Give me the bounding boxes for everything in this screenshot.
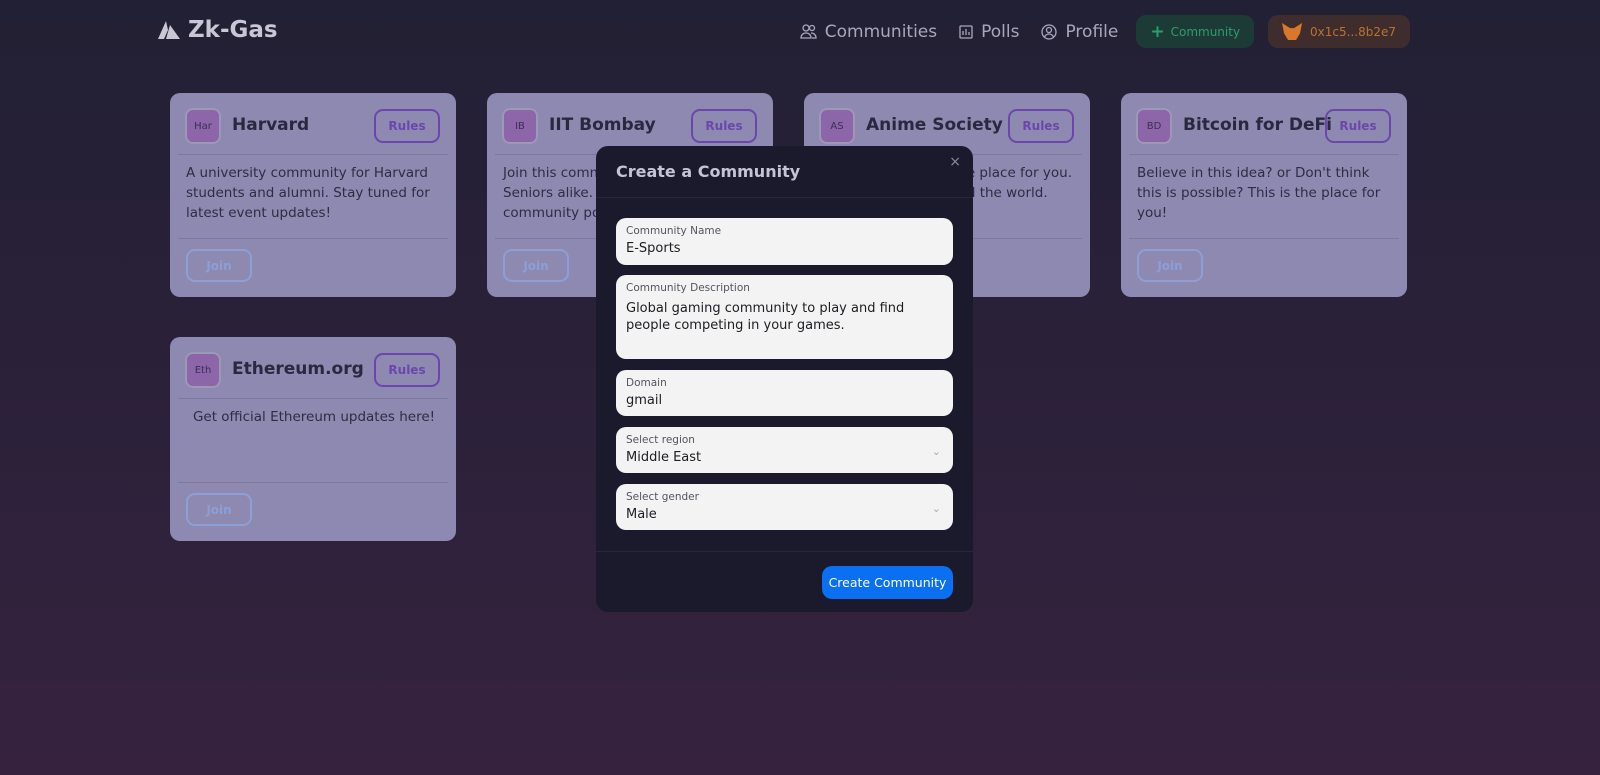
chevron-down-icon: ⌄ xyxy=(931,445,941,458)
rules-button[interactable]: Rules xyxy=(374,353,440,387)
top-nav: Zk-Gas Communities Polls Profile + Commu… xyxy=(0,0,1600,64)
join-button[interactable]: Join xyxy=(1137,249,1203,282)
card-description: A university community for Harvard stude… xyxy=(186,165,430,221)
community-avatar: Har xyxy=(185,108,221,144)
card-description: Get official Ethereum updates here! xyxy=(192,409,436,425)
rules-button[interactable]: Rules xyxy=(1008,109,1074,143)
rules-button[interactable]: Rules xyxy=(374,109,440,143)
divider xyxy=(596,551,973,552)
rules-button[interactable]: Rules xyxy=(691,109,757,143)
nav-polls[interactable]: Polls xyxy=(955,22,1023,42)
card-description-line: nd the world. xyxy=(958,185,1048,201)
field-label: Select region xyxy=(626,434,695,446)
nav-profile[interactable]: Profile xyxy=(1037,22,1122,42)
close-icon[interactable]: × xyxy=(949,154,961,170)
wallet-button[interactable]: 0x1c5...8b2e7 xyxy=(1268,15,1410,48)
plus-icon: + xyxy=(1150,21,1165,42)
community-name: Anime Society xyxy=(866,115,1003,135)
community-name: IIT Bombay xyxy=(549,115,656,135)
community-avatar: BD xyxy=(1136,108,1172,144)
nav-communities[interactable]: Communities xyxy=(796,22,941,42)
wallet-address: 0x1c5...8b2e7 xyxy=(1310,24,1396,39)
field-label: Community Description xyxy=(626,282,750,294)
logo[interactable]: Zk-Gas xyxy=(158,17,278,43)
app-name: Zk-Gas xyxy=(188,17,278,43)
metamask-fox-icon xyxy=(1282,23,1303,40)
community-card: BD Bitcoin for DeFi Rules Believe in this i… xyxy=(1121,93,1407,297)
field-label: Community Name xyxy=(626,225,722,237)
divider xyxy=(178,238,448,239)
field-value: Middle East xyxy=(626,450,702,465)
community-avatar: IB xyxy=(502,108,538,144)
divider xyxy=(1129,154,1399,155)
field-value[interactable]: gmail xyxy=(626,392,943,409)
community-description-field[interactable]: Community Description Global gaming comm… xyxy=(616,275,953,359)
chart-icon xyxy=(959,24,973,39)
domain-field[interactable]: Domain gmail xyxy=(616,370,953,416)
community-name: Ethereum.org xyxy=(232,359,364,379)
create-community-modal: Create a Community × Community Name E-Sp… xyxy=(596,146,973,612)
nav-polls-label: Polls xyxy=(981,21,1020,42)
card-description: he place for you. nd the world. xyxy=(958,163,1072,203)
field-label: Domain xyxy=(626,377,667,389)
divider xyxy=(1129,238,1399,239)
community-name-field[interactable]: Community Name E-Sports xyxy=(616,218,953,265)
gender-select[interactable]: Select gender Male ⌄ xyxy=(616,484,953,530)
nav-communities-label: Communities xyxy=(824,21,938,42)
nav-profile-label: Profile xyxy=(1065,21,1119,42)
community-card: Har Harvard Rules A university community fo… xyxy=(170,93,456,297)
submit-create-community-button[interactable]: Create Community xyxy=(822,566,953,599)
community-card: Eth Ethereum.org Rules Get official Ethereu… xyxy=(170,337,456,541)
community-name: Bitcoin for DeFi xyxy=(1183,115,1332,135)
divider xyxy=(596,197,973,198)
community-avatar: Eth xyxy=(185,352,221,388)
divider xyxy=(178,398,448,399)
chevron-down-icon: ⌄ xyxy=(931,502,941,515)
create-community-label: Community xyxy=(1170,24,1241,39)
divider xyxy=(178,154,448,155)
community-name: Harvard xyxy=(232,115,310,135)
join-button[interactable]: Join xyxy=(186,249,252,282)
modal-title: Create a Community xyxy=(616,162,801,181)
field-value[interactable]: E-Sports xyxy=(626,240,943,257)
card-description-line: he place for you. xyxy=(958,165,1072,181)
field-value[interactable]: Global gaming community to play and find… xyxy=(626,300,943,334)
users-icon xyxy=(800,24,817,39)
divider xyxy=(178,482,448,483)
join-button[interactable]: Join xyxy=(503,249,569,282)
region-select[interactable]: Select region Middle East ⌄ xyxy=(616,427,953,473)
create-community-button[interactable]: + Community xyxy=(1136,15,1255,48)
field-value: Male xyxy=(626,507,657,522)
user-circle-icon xyxy=(1041,23,1058,40)
rules-button[interactable]: Rules xyxy=(1325,109,1391,143)
join-button[interactable]: Join xyxy=(186,493,252,526)
triangle-logo-icon xyxy=(158,21,180,39)
card-description: Believe in this idea? or Don't think thi… xyxy=(1137,165,1381,221)
field-label: Select gender xyxy=(626,491,699,503)
community-avatar: AS xyxy=(819,108,855,144)
